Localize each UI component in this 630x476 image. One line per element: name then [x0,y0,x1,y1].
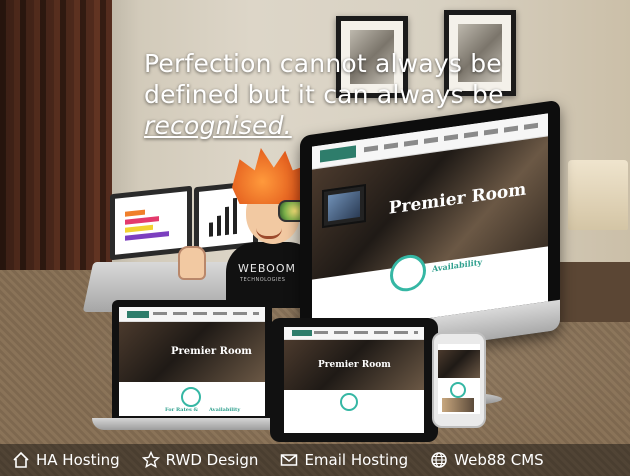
tablet-website-preview: Premier Room [284,327,424,433]
laptop-hero-title: Premier Room [171,346,252,357]
globe-icon [430,451,448,469]
laptop-booking-circle [181,387,201,407]
laptop-website-preview: Premier Room For Rates & Availability [119,307,265,416]
thumbs-up-icon [178,246,206,280]
feature-email-hosting: Email Hosting [280,451,408,469]
tv-image [322,183,366,229]
home-icon [12,451,30,469]
phone-website-preview [438,344,480,414]
desktop-website-preview: Premier Room Availability [312,113,548,335]
laptop-base [92,418,292,430]
mascot-shirt-subtitle: TECHNOLOGIES [240,277,286,283]
feature-label: Web88 CMS [454,451,544,469]
mascot-hair [232,148,308,204]
lamp-shade [568,160,628,230]
feature-label: RWD Design [165,451,259,469]
star-icon [141,451,160,469]
feature-ha-hosting: HA Hosting [12,451,120,469]
site-logo [320,145,356,163]
side-table [560,262,630,322]
hero-title: Premier Room [388,179,527,219]
mail-icon [280,451,298,469]
feature-label: Email Hosting [304,451,409,469]
laptop-availability: Availability [209,407,241,413]
feature-rwd-design: RWD Design [141,451,259,469]
hero-banner: Perfection cannot always be defined but … [0,0,630,476]
laptop: Premier Room For Rates & Availability [112,300,272,420]
smartphone [432,332,486,428]
feature-label: HA Hosting [36,451,120,469]
tablet-hero-title: Premier Room [318,360,391,370]
tablet: Premier Room [270,318,438,442]
laptop-for-rates: For Rates & [165,407,199,413]
feature-web88-cms: Web88 CMS [430,451,544,469]
mascot-shirt-brand: WEBOOM [238,262,296,275]
features-bar: HA Hosting RWD Design Email Hosting Web8… [0,444,630,476]
headline-line-1: Perfection cannot always be [144,49,502,78]
headline-line-2: defined but it can always be [144,80,504,109]
tablet-booking-circle [340,393,358,411]
